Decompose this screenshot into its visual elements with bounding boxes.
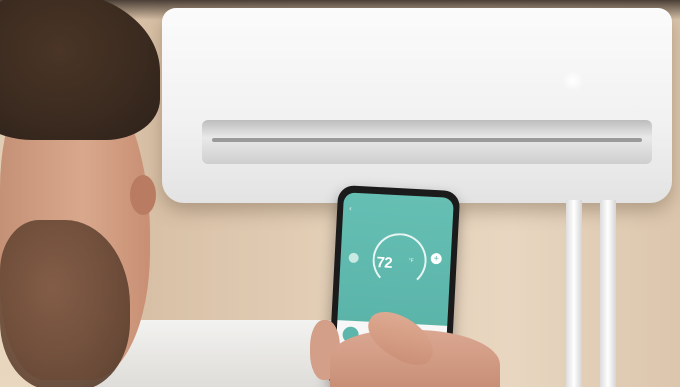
status-bar xyxy=(349,196,447,209)
ac-pipe xyxy=(600,200,616,387)
ac-vent-louver xyxy=(212,138,642,142)
temperature-unit: °F xyxy=(408,257,414,264)
back-arrow-icon[interactable]: ‹ xyxy=(349,206,352,213)
temperature-readout: 72 xyxy=(375,254,393,272)
decrease-temperature-button[interactable] xyxy=(348,252,359,264)
man-head xyxy=(0,0,170,387)
air-conditioner-unit xyxy=(162,8,672,203)
ac-vent xyxy=(202,120,652,164)
ac-pipe xyxy=(566,200,582,387)
beard xyxy=(0,220,130,387)
hair xyxy=(0,0,160,140)
photo-scene: ‹ 72 °F + Cool Sleep Eco xyxy=(0,0,680,387)
nose xyxy=(130,175,156,215)
ac-indicator-light xyxy=(562,70,584,92)
increase-temperature-button[interactable]: + xyxy=(430,252,443,265)
